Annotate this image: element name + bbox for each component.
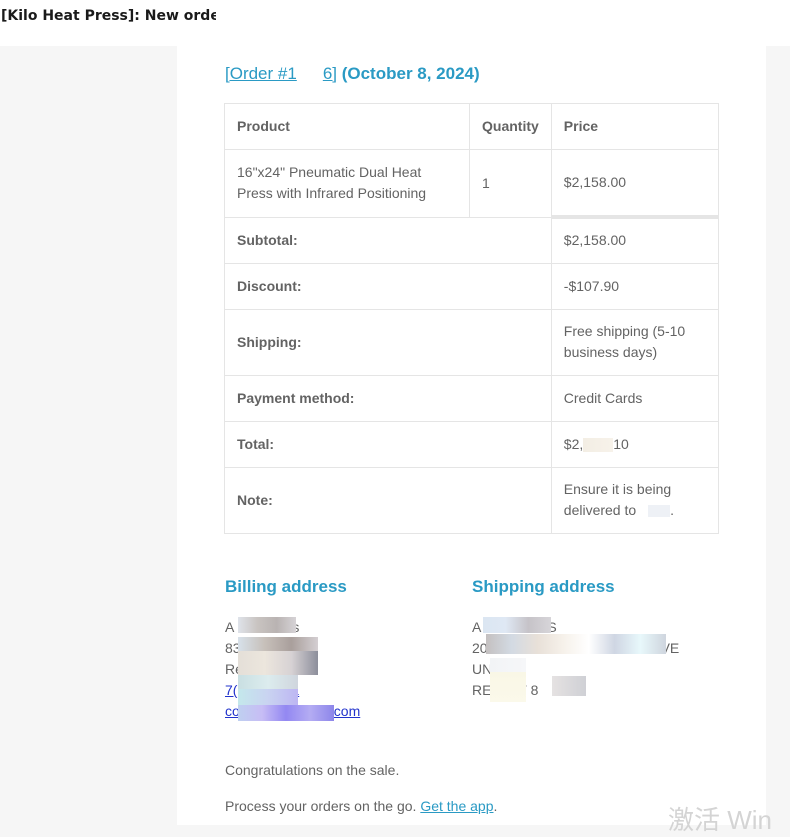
discount-label: Discount: [224,262,552,310]
order-details-table: Product Quantity Price 16"x24" Pneumatic… [224,103,720,534]
redaction-mosaic [238,689,298,705]
totals-row: Subtotal: $2,158.00 [224,215,720,264]
totals-row: Payment method: Credit Cards [224,374,720,422]
process-orders-text: Process your orders on the go. Get the a… [225,798,498,814]
item-price: $2,158.00 [550,149,720,218]
note-value: Ensure it is being delivered to. [550,466,720,534]
total-value: $2, 10 [550,420,720,468]
item-quantity: 1 [469,149,552,218]
redaction-mosaic [238,705,334,721]
shipping-value: Free shipping (5-10 business days) [550,308,720,376]
order-heading: [Order #1 6] (October 8, 2024) [225,64,480,84]
email-subject: [Kilo Heat Press]: New order #1 [1,8,216,24]
redaction-mosaic [483,617,551,633]
order-date: (October 8, 2024) [337,64,480,83]
email-subject-bar: [Kilo Heat Press]: New order #1 [0,0,790,46]
redaction-mosaic [552,676,586,696]
subtotal-value: $2,158.00 [550,215,720,264]
congrats-text: Congratulations on the sale. [225,762,400,778]
header-price: Price [550,103,720,150]
redaction-mosaic [490,658,526,672]
activation-watermark: 激活 Win [668,805,773,835]
payment-value: Credit Cards [550,374,720,422]
subtotal-label: Subtotal: [224,216,552,264]
totals-row: Total: $2, 10 [224,420,720,468]
redaction-mosaic [238,617,296,633]
billing-address-title: Billing address [225,577,347,596]
shipping-address-title: Shipping address [472,577,615,596]
totals-row: Discount: -$107.90 [224,262,720,310]
shipping-label: Shipping: [224,308,552,376]
total-label: Total: [224,420,552,468]
table-row: 16"x24" Pneumatic Dual Heat Press with I… [224,149,720,218]
payment-label: Payment method: [224,374,552,422]
note-label: Note: [224,466,552,534]
get-the-app-link[interactable]: Get the app [420,798,493,814]
header-quantity: Quantity [469,103,552,150]
discount-value: -$107.90 [550,262,720,310]
totals-row: Note: Ensure it is being delivered to. [224,466,720,534]
redaction-mosaic [486,634,666,654]
item-product: 16"x24" Pneumatic Dual Heat Press with I… [224,149,470,218]
totals-row: Shipping: Free shipping (5-10 business d… [224,308,720,376]
redaction-mosaic [238,651,318,675]
header-product: Product [224,103,470,150]
redaction-mosaic [238,637,318,651]
redaction-mosaic [238,675,298,689]
order-link[interactable]: [Order #1 6] [225,64,337,83]
redaction-mosaic [490,672,526,702]
